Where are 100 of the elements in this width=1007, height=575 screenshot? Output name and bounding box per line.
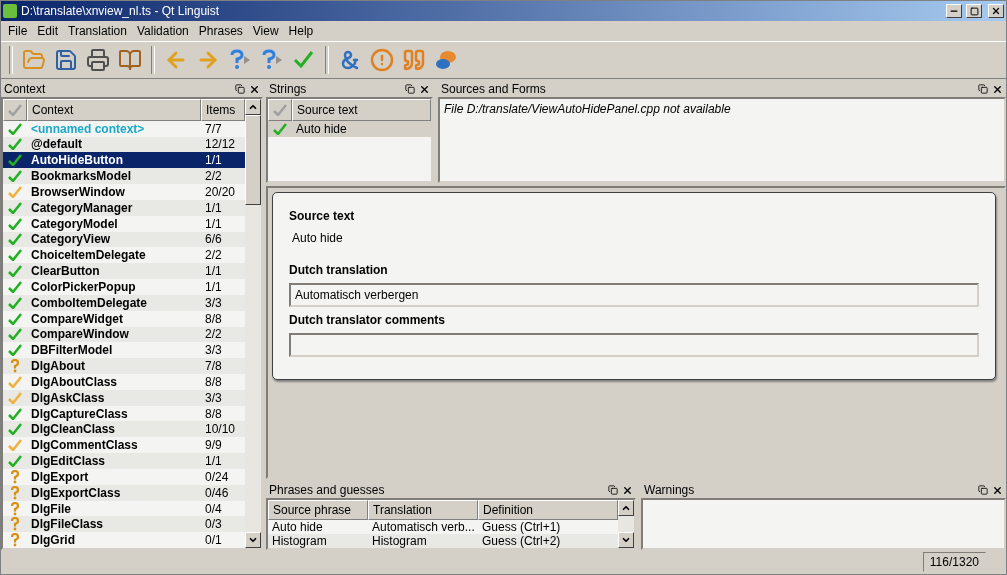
- column-header[interactable]: Translation: [368, 500, 478, 520]
- check-mark-icon: [8, 154, 22, 167]
- scrollbar-thumb[interactable]: [245, 115, 261, 205]
- context-row[interactable]: DlgCleanClass 10/10: [3, 421, 245, 438]
- float-icon[interactable]: [978, 84, 988, 94]
- context-name: DBFilterModel: [30, 343, 114, 358]
- close-icon[interactable]: [419, 83, 430, 95]
- scrollbar[interactable]: [618, 500, 634, 548]
- column-header[interactable]: Context: [27, 99, 201, 121]
- status-column-header[interactable]: [3, 99, 27, 121]
- context-name: CategoryView: [30, 232, 112, 247]
- context-row[interactable]: AutoHideButton 1/1: [3, 152, 245, 169]
- check-mark-icon: [8, 265, 22, 278]
- context-row[interactable]: DlgAbout 7/8: [3, 358, 245, 374]
- context-row[interactable]: ClearButton 1/1: [3, 263, 245, 280]
- quote-icon: [402, 48, 426, 72]
- check-mark-icon: [8, 249, 22, 262]
- context-name: CategoryManager: [30, 200, 134, 215]
- item-count: 2/2: [204, 327, 223, 342]
- scroll-down-icon: [248, 535, 258, 545]
- status-count: 116/1320: [922, 552, 986, 572]
- translation-field[interactable]: Automatisch verbergen: [289, 283, 979, 307]
- string-row[interactable]: Auto hide: [268, 121, 431, 137]
- status-column-header[interactable]: [268, 99, 292, 121]
- close-icon[interactable]: [249, 83, 260, 95]
- item-count: 7/7: [204, 121, 223, 136]
- close-icon: [991, 6, 1001, 16]
- item-count: 12/12: [204, 137, 237, 152]
- scrollbar[interactable]: [245, 99, 261, 548]
- context-name: AutoHideButton: [30, 153, 124, 168]
- check-mark-icon: [8, 103, 22, 116]
- maximize-button[interactable]: [966, 4, 982, 18]
- item-count: 6/6: [204, 232, 223, 247]
- panel-title: Warnings: [644, 483, 696, 497]
- close-button[interactable]: [988, 4, 1004, 18]
- field-label: Dutch translation: [289, 263, 389, 277]
- menu-item[interactable]: File: [3, 24, 33, 38]
- check-mark-icon: [8, 455, 22, 468]
- table-cell-text: Automatisch verb...: [371, 519, 476, 534]
- item-count: 1/1: [204, 264, 223, 279]
- close-icon[interactable]: [992, 83, 1003, 95]
- item-count: 3/3: [204, 390, 223, 405]
- item-count: 0/3: [204, 517, 223, 532]
- comments-field[interactable]: [289, 333, 979, 357]
- question-mark-icon: [10, 533, 20, 548]
- check-mark-icon: [8, 344, 22, 357]
- context-name: DlgAboutClass: [30, 374, 118, 389]
- item-count: 7/8: [204, 359, 223, 374]
- context-name: DlgAbout: [30, 359, 86, 374]
- float-icon[interactable]: [978, 485, 988, 495]
- check-mark-icon: [8, 233, 22, 246]
- float-icon[interactable]: [405, 84, 415, 94]
- scroll-down-icon: [621, 535, 631, 545]
- menu-item[interactable]: View: [247, 24, 284, 38]
- question-mark-icon: [10, 501, 20, 516]
- context-name: CategoryModel: [30, 216, 119, 231]
- column-header[interactable]: Items: [201, 99, 245, 121]
- context-name: <unnamed context>: [30, 121, 146, 136]
- context-row[interactable]: DlgEditClass 1/1: [3, 453, 245, 469]
- context-row[interactable]: DlgFileClass 0/3: [3, 516, 245, 533]
- item-count: 8/8: [204, 374, 223, 389]
- item-count: 0/46: [204, 485, 230, 500]
- close-icon[interactable]: [622, 484, 633, 496]
- check-mark-icon: [8, 296, 22, 309]
- minimize-button[interactable]: [946, 4, 962, 18]
- string-text: Auto hide: [295, 122, 348, 136]
- float-icon[interactable]: [608, 485, 618, 495]
- question-arrow-icon: [260, 48, 284, 72]
- source-text: Auto hide: [292, 231, 344, 245]
- menu-item[interactable]: Phrases: [193, 24, 248, 38]
- context-row[interactable]: BookmarksModel 2/2: [3, 168, 245, 185]
- item-count: 0/24: [204, 469, 230, 484]
- context-name: DlgCleanClass: [30, 422, 117, 437]
- table-cell-text: Guess (Ctrl+1): [481, 519, 562, 534]
- table-cell-text: Histogram: [271, 533, 328, 548]
- column-header[interactable]: Source phrase: [268, 500, 368, 520]
- menu-item[interactable]: Translation: [63, 24, 132, 38]
- column-header[interactable]: Source text: [292, 99, 431, 121]
- check-mark-icon: [8, 407, 22, 420]
- context-name: DlgFile: [30, 501, 72, 516]
- float-icon[interactable]: [235, 84, 245, 94]
- menu-item[interactable]: Edit: [32, 24, 64, 38]
- context-name: DlgAskClass: [30, 390, 106, 405]
- close-icon[interactable]: [992, 484, 1003, 496]
- item-count: 20/20: [204, 184, 237, 199]
- check-mark-icon: [8, 217, 22, 230]
- question-mark-icon: [10, 469, 20, 484]
- column-header[interactable]: Definition: [478, 500, 618, 520]
- menu-item[interactable]: Help: [283, 24, 319, 38]
- scroll-up-icon: [621, 503, 631, 513]
- context-name: BookmarksModel: [30, 169, 133, 184]
- question-mark-icon: [10, 359, 20, 374]
- check-mark-icon: [8, 280, 22, 293]
- item-count: 3/3: [204, 295, 223, 310]
- context-name: BrowserWindow: [30, 184, 126, 199]
- item-count: 8/8: [204, 311, 223, 326]
- context-name: CompareWindow: [30, 327, 130, 342]
- question-mark-icon: [10, 517, 20, 532]
- field-label: Source text: [289, 209, 356, 223]
- menu-item[interactable]: Validation: [131, 24, 194, 38]
